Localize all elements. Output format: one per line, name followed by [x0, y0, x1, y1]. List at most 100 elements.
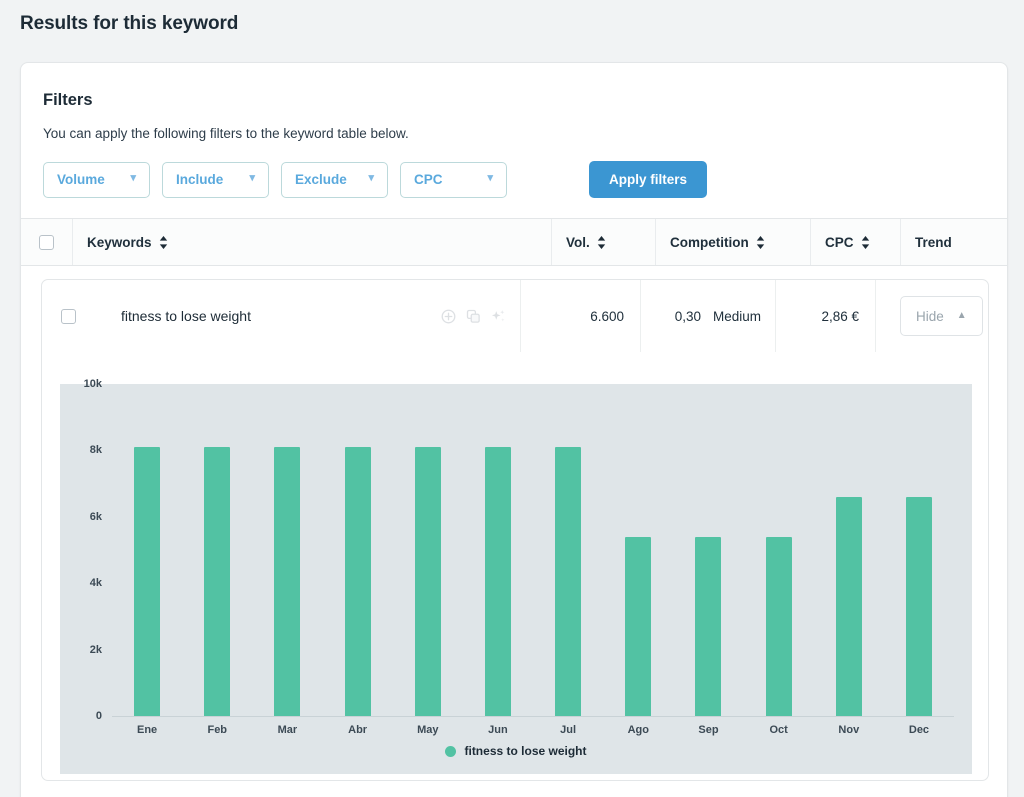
filters-section: Filters You can apply the following filt…: [21, 63, 1007, 218]
chart-bar[interactable]: [274, 447, 301, 716]
filter-cpc-label: CPC: [414, 172, 443, 187]
chart-bar[interactable]: [835, 496, 862, 716]
row-cpc-cell: 2,86 €: [776, 280, 876, 352]
chart-bar-column[interactable]: [673, 384, 743, 716]
chart-x-axis: Ene Feb Mar Abr May Jun Jul Ago Sep Oct Nov Dec: [112, 716, 954, 742]
column-header-cpc-label: CPC: [825, 234, 854, 250]
chart-y-tick: 6k: [89, 510, 102, 523]
trend-chart: 0 2k 4k 6k 8k 10k Ene Feb Mar Abr May Jun Jul Ago Sep…: [60, 378, 972, 774]
chart-bar-column[interactable]: [182, 384, 252, 716]
page-title: Results for this keyword: [20, 13, 239, 34]
row-keyword-text: fitness to lose weight: [121, 308, 251, 324]
select-all-header-cell: [21, 219, 73, 265]
select-all-checkbox[interactable]: [39, 234, 54, 250]
row-trend-cell: Hide ▲: [876, 280, 988, 352]
chart-bar[interactable]: [765, 536, 792, 716]
column-header-trend: Trend: [901, 219, 1007, 265]
column-header-keywords[interactable]: Keywords: [73, 219, 552, 265]
copy-icon[interactable]: [466, 309, 481, 324]
chart-x-tick: Sep: [698, 724, 719, 736]
filters-description: You can apply the following filters to t…: [43, 126, 409, 141]
chart-bar[interactable]: [344, 447, 371, 716]
chart-x-tick: Jun: [488, 724, 508, 736]
chart-bar[interactable]: [905, 496, 932, 716]
column-header-trend-label: Trend: [915, 234, 952, 250]
chevron-up-icon: ▲: [956, 310, 967, 321]
chart-y-tick: 10k: [83, 378, 102, 390]
results-card: Filters You can apply the following filt…: [20, 62, 1008, 797]
column-header-vol[interactable]: Vol.: [552, 219, 656, 265]
chart-bar[interactable]: [484, 447, 511, 716]
chart-bar[interactable]: [625, 536, 652, 716]
chart-bar-column[interactable]: [814, 384, 884, 716]
filters-heading: Filters: [43, 91, 93, 109]
chart-bar-column[interactable]: [884, 384, 954, 716]
chart-bar-column[interactable]: [112, 384, 182, 716]
page-root: Results for this keyword Filters You can…: [0, 0, 1024, 797]
chart-y-tick: 2k: [89, 643, 102, 656]
chevron-down-icon: ▾: [130, 172, 136, 184]
table-header-row: Keywords Vol. Competition CPC Trend: [21, 218, 1007, 266]
row-select-cell: [42, 280, 94, 352]
chart-bar[interactable]: [555, 447, 582, 716]
chart-bars: [112, 384, 954, 716]
filter-exclude-button[interactable]: Exclude ▾: [281, 161, 388, 198]
chart-bar[interactable]: [204, 447, 231, 716]
row-competition-value: 0,30: [674, 308, 701, 324]
chart-y-tick: 8k: [89, 444, 102, 457]
filter-cpc-button[interactable]: CPC ▾: [400, 161, 507, 198]
filter-volume-button[interactable]: Volume ▾: [43, 161, 150, 198]
column-header-cpc[interactable]: CPC: [811, 219, 901, 265]
hide-trend-label: Hide: [916, 308, 944, 324]
chart-bar-column[interactable]: [744, 384, 814, 716]
column-header-vol-label: Vol.: [566, 234, 590, 250]
column-header-competition-label: Competition: [670, 234, 749, 250]
filter-exclude-label: Exclude: [295, 172, 347, 187]
chart-x-tick: Ago: [627, 724, 649, 736]
chart-x-tick: Nov: [838, 724, 860, 736]
chart-bar-column[interactable]: [323, 384, 393, 716]
hide-trend-button[interactable]: Hide ▲: [900, 296, 983, 336]
sparkle-icon[interactable]: [491, 309, 506, 324]
chart-x-tick: Jul: [560, 724, 577, 736]
chart-legend: fitness to lose weight: [60, 744, 972, 758]
legend-color-dot: [445, 745, 457, 757]
chart-bar-column[interactable]: [393, 384, 463, 716]
filter-include-button[interactable]: Include ▾: [162, 161, 269, 198]
sort-icon[interactable]: [597, 235, 606, 249]
keyword-result-card: fitness to lose weight 6.600 0,30 Medium…: [41, 279, 989, 781]
apply-filters-button[interactable]: Apply filters: [589, 161, 708, 198]
column-header-competition[interactable]: Competition: [656, 219, 811, 265]
chart-bar[interactable]: [414, 447, 441, 716]
chart-x-tick: Mar: [277, 724, 298, 736]
chart-plot-area: 0 2k 4k 6k 8k 10k: [60, 378, 972, 722]
chart-x-tick: Abr: [348, 724, 368, 736]
chart-x-tick: Feb: [207, 724, 228, 736]
legend-label: fitness to lose weight: [464, 744, 587, 758]
row-checkbox[interactable]: [60, 308, 76, 324]
chart-bar-column[interactable]: [252, 384, 322, 716]
chevron-down-icon: ▾: [487, 172, 493, 184]
chart-bar[interactable]: [134, 447, 161, 716]
chart-bar[interactable]: [695, 536, 722, 716]
filter-include-label: Include: [176, 172, 224, 187]
chevron-down-icon: ▾: [368, 172, 374, 184]
row-volume-cell: 6.600: [521, 280, 641, 352]
row-competition-cell: 0,30 Medium: [641, 280, 776, 352]
chart-y-tick: 4k: [89, 577, 102, 590]
chart-bar-column[interactable]: [463, 384, 533, 716]
row-keyword-cell: fitness to lose weight: [94, 280, 521, 352]
filters-button-row: Volume ▾ Include ▾ Exclude ▾ CPC ▾ Apply…: [43, 161, 985, 218]
chevron-down-icon: ▾: [249, 172, 255, 184]
add-circle-icon[interactable]: [441, 309, 456, 324]
table-row: fitness to lose weight 6.600 0,30 Medium…: [42, 280, 988, 352]
chart-bar-column[interactable]: [533, 384, 603, 716]
column-header-keywords-label: Keywords: [87, 234, 152, 250]
sort-icon[interactable]: [861, 235, 870, 249]
row-competition-level: Medium: [712, 308, 761, 324]
chart-x-tick: Dec: [908, 724, 930, 736]
chart-x-tick: Ene: [136, 724, 158, 736]
sort-icon[interactable]: [159, 235, 168, 249]
chart-bar-column[interactable]: [603, 384, 673, 716]
sort-icon[interactable]: [756, 235, 765, 249]
